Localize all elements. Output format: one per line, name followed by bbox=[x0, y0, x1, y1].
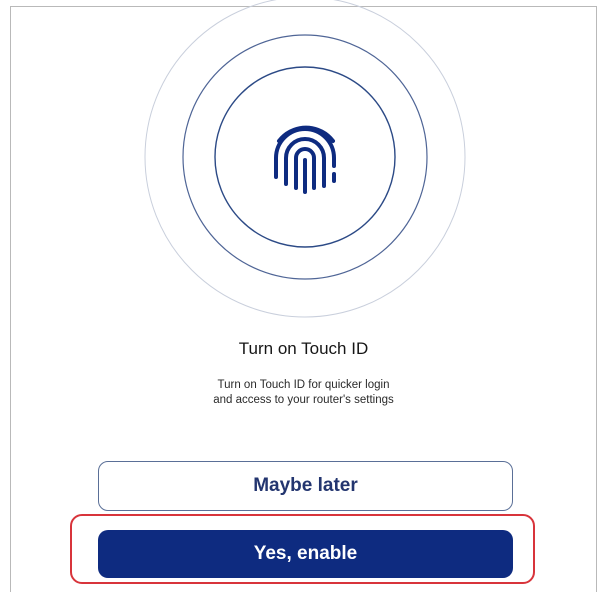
description-line-2: and access to your router's settings bbox=[213, 394, 394, 406]
touch-id-illustration bbox=[144, 0, 466, 318]
inner-ring bbox=[214, 66, 396, 248]
middle-ring bbox=[182, 34, 428, 280]
description: Turn on Touch ID for quicker login and a… bbox=[0, 378, 607, 408]
yes-enable-button[interactable]: Yes, enable bbox=[98, 530, 513, 578]
fingerprint-icon bbox=[274, 125, 336, 194]
page-title: Turn on Touch ID bbox=[238, 339, 369, 358]
maybe-later-button[interactable]: Maybe later bbox=[98, 461, 513, 511]
description-line-1: Turn on Touch ID for quicker login bbox=[217, 379, 390, 391]
